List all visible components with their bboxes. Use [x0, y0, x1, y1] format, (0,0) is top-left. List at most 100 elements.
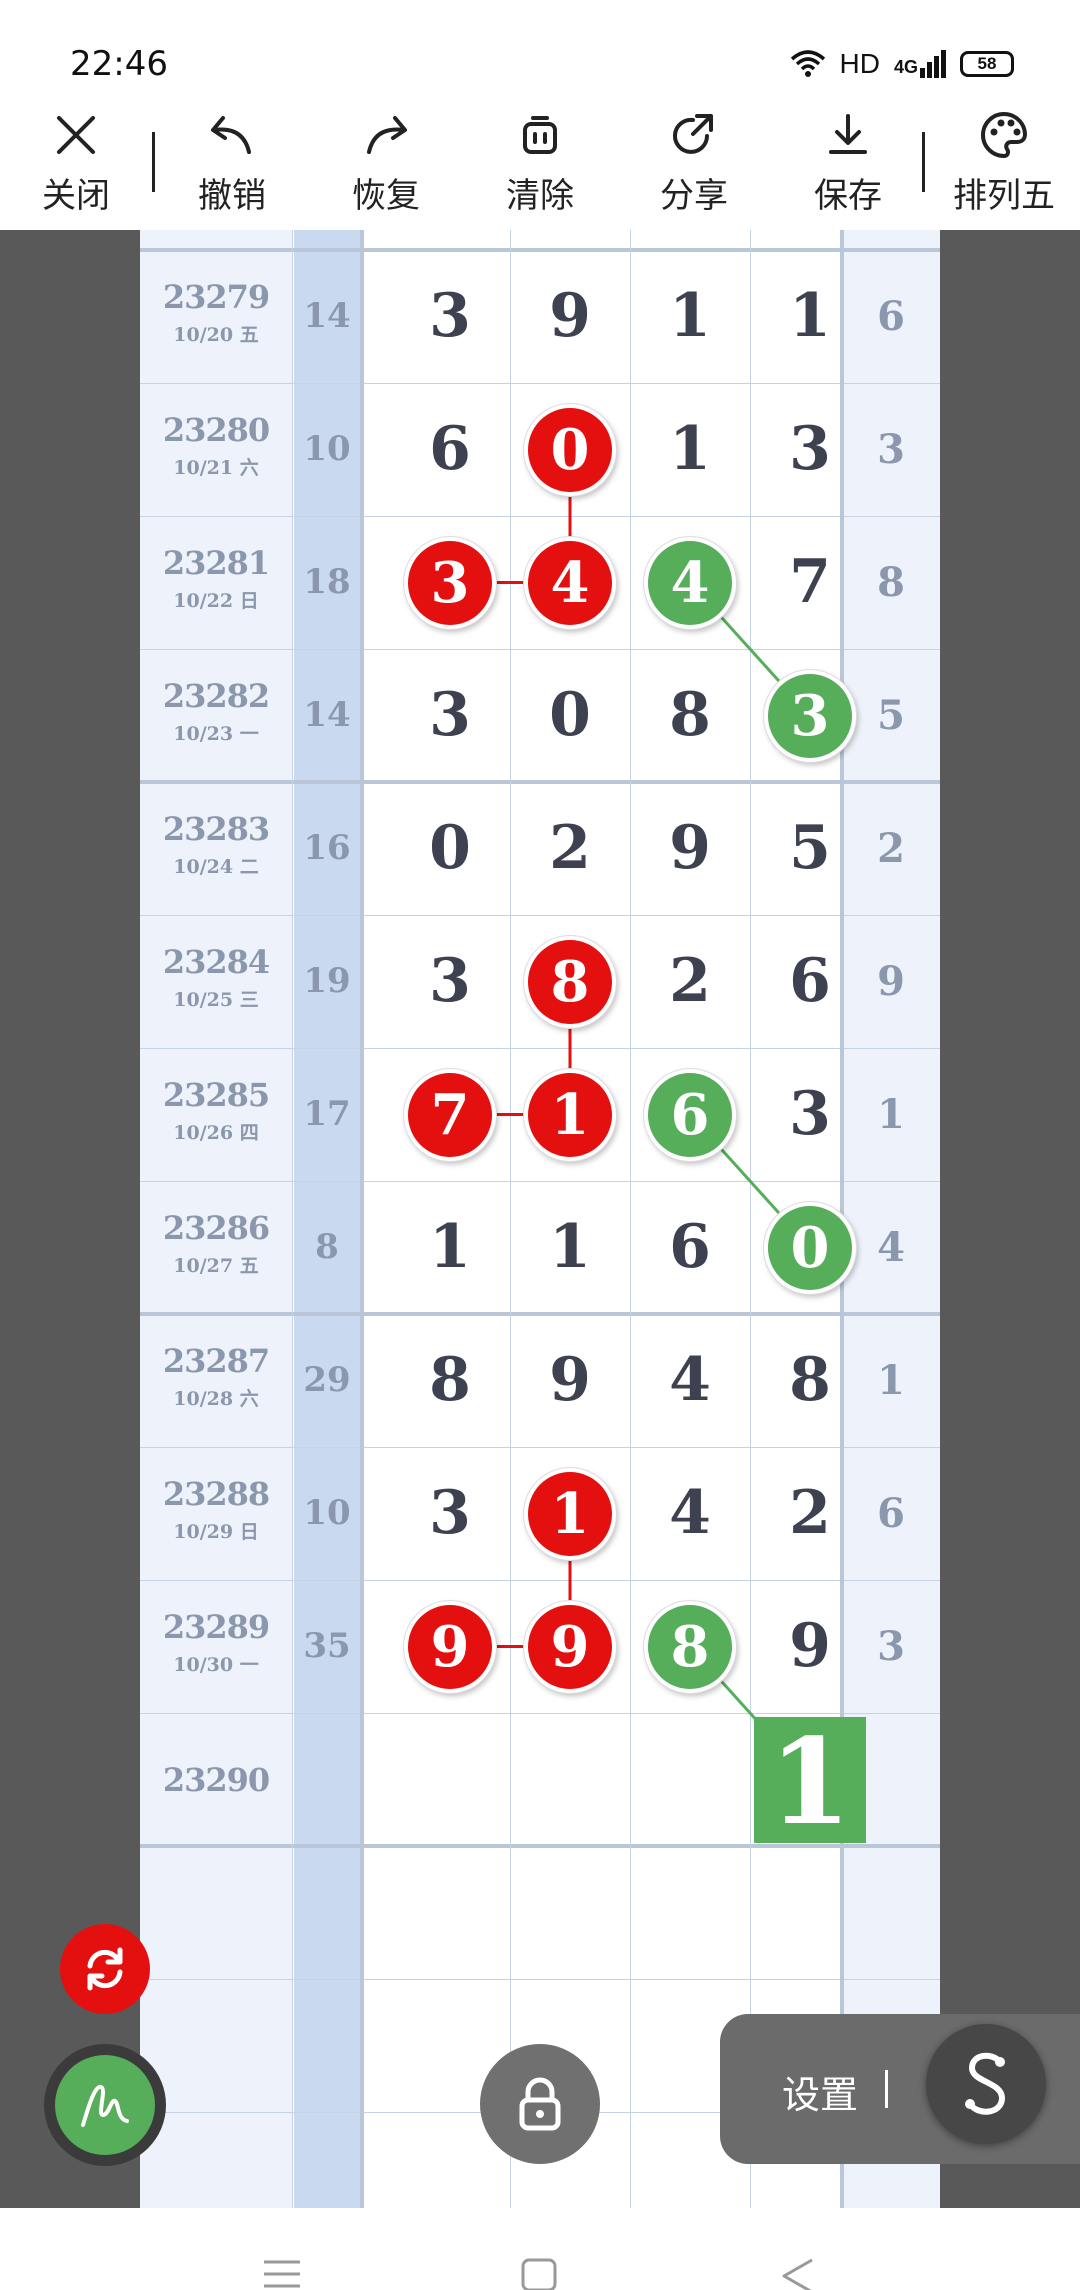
clear-label: 清除 — [506, 177, 574, 215]
draw-button-inner[interactable] — [55, 2055, 155, 2155]
red-ball[interactable]: 8 — [524, 935, 616, 1028]
chart-page: 23279 10/20 五 14 3 9 1 1 6 23280 10/21 六 10 6 1 3 3 232… — [0, 230, 1080, 2208]
tail-value: 8 — [877, 559, 905, 606]
issue-date: 10/29 日 — [173, 1521, 259, 1543]
wifi-icon — [790, 50, 825, 77]
digit-cell[interactable]: 3 — [390, 649, 510, 782]
sum-value: 10 — [303, 429, 351, 469]
issue-date: 10/20 五 — [173, 324, 259, 346]
draw-button[interactable] — [44, 2044, 166, 2166]
digit-cell[interactable]: 1 — [630, 383, 750, 516]
digit-cell[interactable]: 6 — [390, 383, 510, 516]
issue-number: 23289 — [162, 1608, 270, 1646]
battery-icon: 58 — [960, 51, 1014, 77]
digit-cell[interactable]: 0 — [390, 782, 510, 915]
digit-cell[interactable]: 8 — [630, 649, 750, 782]
back-icon[interactable] — [778, 2258, 818, 2290]
red-ball[interactable]: 1 — [524, 1467, 616, 1560]
menu-icon[interactable] — [262, 2258, 302, 2290]
s-button[interactable] — [926, 2024, 1046, 2144]
green-ball[interactable]: 4 — [644, 536, 736, 629]
save-label: 保存 — [814, 177, 882, 215]
red-ball[interactable]: 1 — [524, 1068, 616, 1161]
digit-cell[interactable]: 9 — [510, 250, 630, 383]
red-ball[interactable]: 7 — [404, 1068, 496, 1161]
home-icon[interactable] — [520, 2258, 558, 2290]
green-ball[interactable]: 0 — [764, 1201, 856, 1294]
undo-button[interactable]: 撤销 — [172, 108, 292, 228]
lock-icon — [519, 2077, 561, 2131]
digit-cell[interactable]: 3 — [390, 250, 510, 383]
network-label: HD — [839, 48, 880, 79]
sum-value: 14 — [303, 296, 351, 336]
prediction-block[interactable]: 1 — [754, 1717, 866, 1847]
issue-number: 23281 — [162, 544, 270, 582]
tail-value: 9 — [877, 958, 905, 1005]
trash-icon — [523, 116, 557, 154]
red-ball[interactable]: 4 — [524, 536, 616, 629]
digit-cell[interactable]: 6 — [630, 1181, 750, 1314]
red-ball[interactable]: 9 — [404, 1600, 496, 1693]
palette-icon — [981, 111, 1028, 159]
share-label: 分享 — [660, 177, 728, 215]
digit-cell[interactable]: 8 — [390, 1314, 510, 1447]
digit-cell[interactable]: 3 — [390, 915, 510, 1048]
digit-cell[interactable]: 1 — [510, 1181, 630, 1314]
issue-number: 23287 — [162, 1342, 270, 1380]
sum-value: 14 — [303, 695, 351, 735]
digit-cell[interactable]: 3 — [390, 1447, 510, 1580]
sum-value: 16 — [303, 828, 351, 868]
signal-icon: 4G — [894, 50, 946, 78]
table-row: 23287 10/28 六 29 8 9 4 8 1 — [140, 1314, 940, 1447]
digit-cell[interactable]: 2 — [510, 782, 630, 915]
digit-cell[interactable]: 4 — [630, 1447, 750, 1580]
settings-divider — [885, 2070, 888, 2108]
digit-cell[interactable]: 4 — [630, 1314, 750, 1447]
refresh-button[interactable] — [60, 1924, 150, 2014]
red-ball[interactable]: 9 — [524, 1600, 616, 1693]
table-row: 23279 10/20 五 14 3 9 1 1 6 — [140, 250, 940, 383]
digit-cell[interactable] — [390, 1713, 510, 1846]
green-ball[interactable]: 6 — [644, 1068, 736, 1161]
digit-cell[interactable] — [630, 1713, 750, 1846]
save-button[interactable]: 保存 — [788, 108, 908, 228]
undo-icon — [211, 116, 251, 154]
red-ball[interactable]: 3 — [404, 536, 496, 629]
issue-number: 23280 — [162, 411, 270, 449]
digit-cell[interactable]: 9 — [630, 782, 750, 915]
close-button[interactable]: 关闭 — [16, 108, 136, 228]
issue-date: 10/27 五 — [173, 1255, 259, 1277]
close-label: 关闭 — [42, 177, 110, 215]
digit-cell[interactable]: 1 — [630, 250, 750, 383]
tail-value: 6 — [877, 1490, 905, 1537]
issue-number: 23290 — [162, 1761, 270, 1799]
issue-date: 10/26 四 — [173, 1122, 259, 1144]
tail-value: 2 — [877, 825, 905, 872]
trend-grid[interactable]: 23279 10/20 五 14 3 9 1 1 6 23280 10/21 六 10 6 1 3 3 232… — [140, 230, 940, 2208]
settings-panel[interactable]: 设置 — [720, 2014, 1080, 2164]
digit-cell[interactable]: 0 — [510, 649, 630, 782]
digit-cell[interactable]: 1 — [390, 1181, 510, 1314]
issue-number: 23282 — [162, 677, 270, 715]
red-ball[interactable]: 0 — [524, 403, 616, 496]
issue-number: 23279 — [162, 278, 270, 316]
tail-value: 4 — [877, 1224, 905, 1271]
redo-button[interactable]: 恢复 — [326, 108, 446, 228]
digit-cell[interactable] — [510, 1713, 630, 1846]
sum-value: 35 — [303, 1626, 351, 1666]
green-ball[interactable]: 3 — [764, 669, 856, 762]
theme-label: 排列五 — [953, 177, 1055, 215]
clear-button[interactable]: 清除 — [480, 108, 600, 228]
lock-button[interactable] — [480, 2044, 600, 2164]
green-ball[interactable]: 8 — [644, 1600, 736, 1693]
tail-value: 5 — [877, 692, 905, 739]
digit-cell[interactable]: 9 — [510, 1314, 630, 1447]
share-button[interactable]: 分享 — [634, 108, 754, 228]
issue-date: 10/25 三 — [173, 989, 259, 1011]
tail-value: 1 — [877, 1091, 905, 1138]
battery-level: 58 — [977, 54, 997, 73]
settings-label[interactable]: 设置 — [782, 2064, 858, 2119]
redo-label: 恢复 — [352, 177, 420, 215]
theme-button[interactable]: 排列五 — [944, 108, 1064, 228]
digit-cell[interactable]: 2 — [630, 915, 750, 1048]
